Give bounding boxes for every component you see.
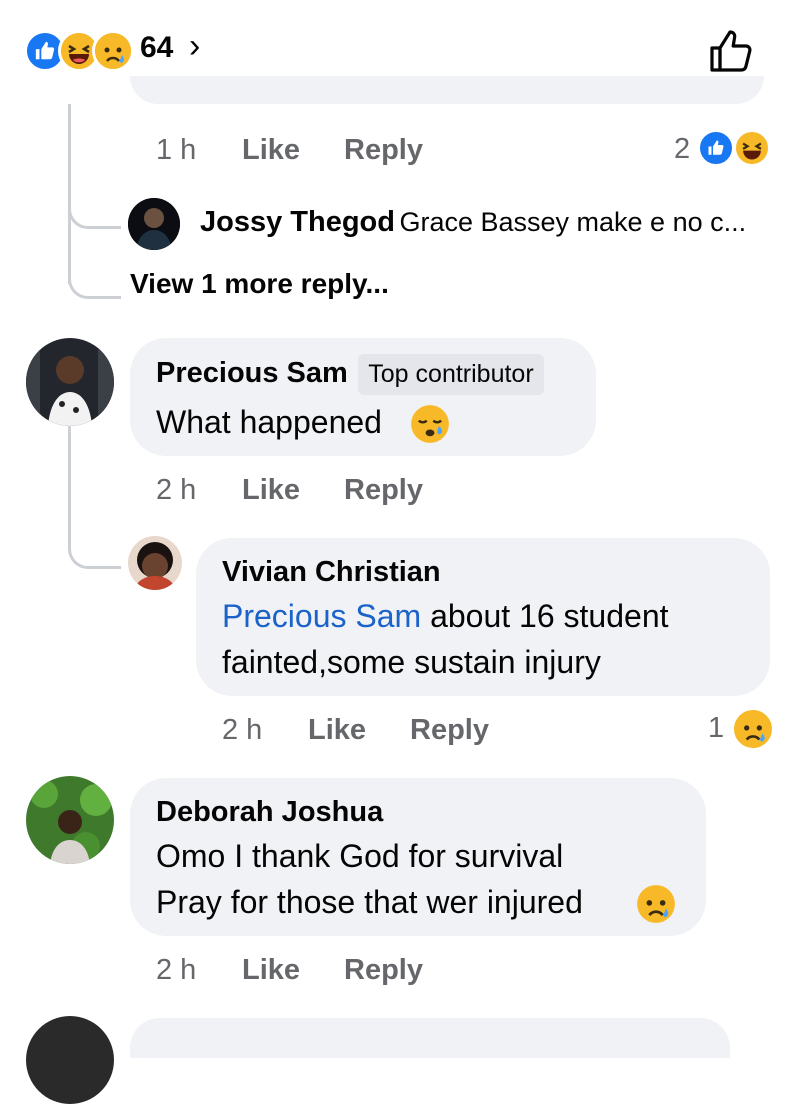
comment-time: 2 h: [156, 474, 197, 506]
reply-link[interactable]: Reply: [344, 134, 423, 167]
haha-icon: [734, 130, 770, 166]
view-more-replies-link[interactable]: View 1 more reply...: [130, 268, 389, 300]
like-icon: [698, 130, 734, 166]
comment-author[interactable]: Precious Sam: [156, 357, 348, 389]
reactions-summary[interactable]: 64 ›: [24, 27, 244, 72]
reaction-count: 64: [140, 31, 174, 64]
comment-bubble[interactable]: Vivian Christian Precious Sam about 16 s…: [196, 538, 770, 696]
avatar[interactable]: [128, 536, 182, 590]
thread-line: [68, 426, 71, 536]
avatar[interactable]: [26, 338, 114, 426]
comment-time: 1 h: [156, 134, 197, 166]
sleepy-face-icon: [410, 404, 450, 456]
avatar[interactable]: [26, 1016, 114, 1104]
thread-connector: [68, 530, 121, 569]
comment-text: Pray for those that wer injured: [156, 884, 583, 920]
reply-link[interactable]: Reply: [344, 474, 423, 507]
thumbs-up-icon[interactable]: [706, 28, 754, 81]
like-link[interactable]: Like: [308, 714, 366, 747]
reply-author[interactable]: Jossy Thegod: [200, 206, 395, 238]
reaction-count: 2: [674, 133, 691, 165]
avatar[interactable]: [26, 776, 114, 864]
avatar[interactable]: [128, 198, 180, 250]
comment-text: fainted,some sustain injury: [222, 644, 601, 680]
top-contributor-badge: Top contributor: [358, 354, 544, 395]
comment-bubble-partial: [130, 76, 764, 104]
comment-author[interactable]: Vivian Christian: [222, 556, 441, 589]
sad-icon: [92, 30, 134, 72]
like-link[interactable]: Like: [242, 134, 300, 167]
comment-bubble-partial: [130, 1018, 730, 1058]
comment-text: What happened: [156, 404, 382, 440]
thread-connector: [68, 256, 121, 299]
sad-icon: [636, 884, 676, 929]
comment-time: 2 h: [156, 954, 197, 986]
comment-text: Omo I thank God for survival: [156, 838, 564, 874]
comment-author[interactable]: Deborah Joshua: [156, 796, 383, 829]
reply-preview: Jossy Thegod Grace Bassey make e no c...: [200, 206, 746, 239]
like-link[interactable]: Like: [242, 474, 300, 507]
thread-connector: [68, 200, 121, 229]
sad-icon: [732, 708, 774, 750]
comment-bubble[interactable]: Precious Sam Top contributor What happen…: [130, 338, 596, 456]
reply-link[interactable]: Reply: [410, 714, 489, 747]
reply-link[interactable]: Reply: [344, 954, 423, 987]
comment-time: 2 h: [222, 714, 263, 746]
like-link[interactable]: Like: [242, 954, 300, 987]
mention-link[interactable]: Precious Sam: [222, 598, 421, 634]
reply-preview-text: Grace Bassey make e no c...: [399, 207, 747, 237]
chevron-right-icon: ›: [189, 27, 201, 65]
reaction-count: 1: [708, 712, 725, 744]
comment-bubble[interactable]: Deborah Joshua Omo I thank God for survi…: [130, 778, 706, 936]
comment-text: about 16 student: [421, 598, 669, 634]
